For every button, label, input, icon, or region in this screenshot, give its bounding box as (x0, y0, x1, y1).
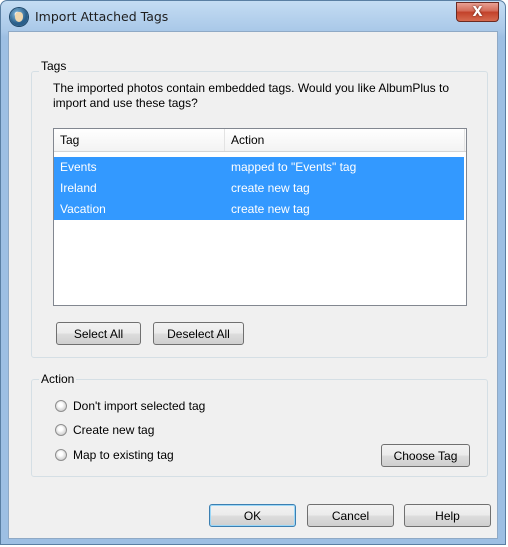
table-row[interactable]: Ireland create new tag (54, 178, 464, 199)
radio-map-to-existing[interactable]: Map to existing tag (55, 447, 174, 463)
column-header-action[interactable]: Action (225, 129, 465, 151)
help-button[interactable]: Help (404, 504, 491, 527)
close-icon: X (472, 4, 483, 20)
radio-label: Map to existing tag (73, 448, 174, 462)
action-group-label: Action (39, 372, 77, 386)
column-header-tag[interactable]: Tag (54, 129, 225, 151)
row-action: create new tag (231, 202, 310, 216)
radio-button[interactable] (55, 424, 67, 436)
row-tag: Vacation (60, 202, 106, 216)
select-all-button[interactable]: Select All (56, 322, 141, 345)
row-action: mapped to "Events" tag (231, 160, 357, 174)
app-icon (10, 8, 28, 26)
row-tag: Ireland (60, 181, 97, 195)
tags-list[interactable]: Tag Action Events mapped to "Events" tag… (53, 128, 467, 306)
tags-description: The imported photos contain embedded tag… (53, 81, 450, 110)
radio-create-new-tag[interactable]: Create new tag (55, 422, 154, 438)
deselect-all-button[interactable]: Deselect All (153, 322, 244, 345)
window-title: Import Attached Tags (35, 9, 169, 24)
radio-label: Don't import selected tag (73, 399, 206, 413)
title-bar[interactable]: Import Attached Tags X (1, 1, 505, 31)
ok-button[interactable]: OK (209, 504, 296, 527)
dialog-window: Import Attached Tags X Tags The imported… (0, 0, 506, 545)
table-row[interactable]: Vacation create new tag (54, 199, 464, 220)
radio-dont-import[interactable]: Don't import selected tag (55, 398, 205, 414)
radio-label: Create new tag (73, 423, 155, 437)
tags-list-header: Tag Action (54, 129, 466, 152)
table-row[interactable]: Events mapped to "Events" tag (54, 157, 464, 178)
row-tag: Events (60, 160, 97, 174)
cancel-button[interactable]: Cancel (307, 504, 394, 527)
close-button[interactable]: X (456, 2, 499, 22)
row-action: create new tag (231, 181, 310, 195)
radio-button[interactable] (55, 400, 67, 412)
radio-button[interactable] (55, 449, 67, 461)
tags-group-label: Tags (39, 59, 69, 73)
choose-tag-button[interactable]: Choose Tag (381, 444, 470, 467)
